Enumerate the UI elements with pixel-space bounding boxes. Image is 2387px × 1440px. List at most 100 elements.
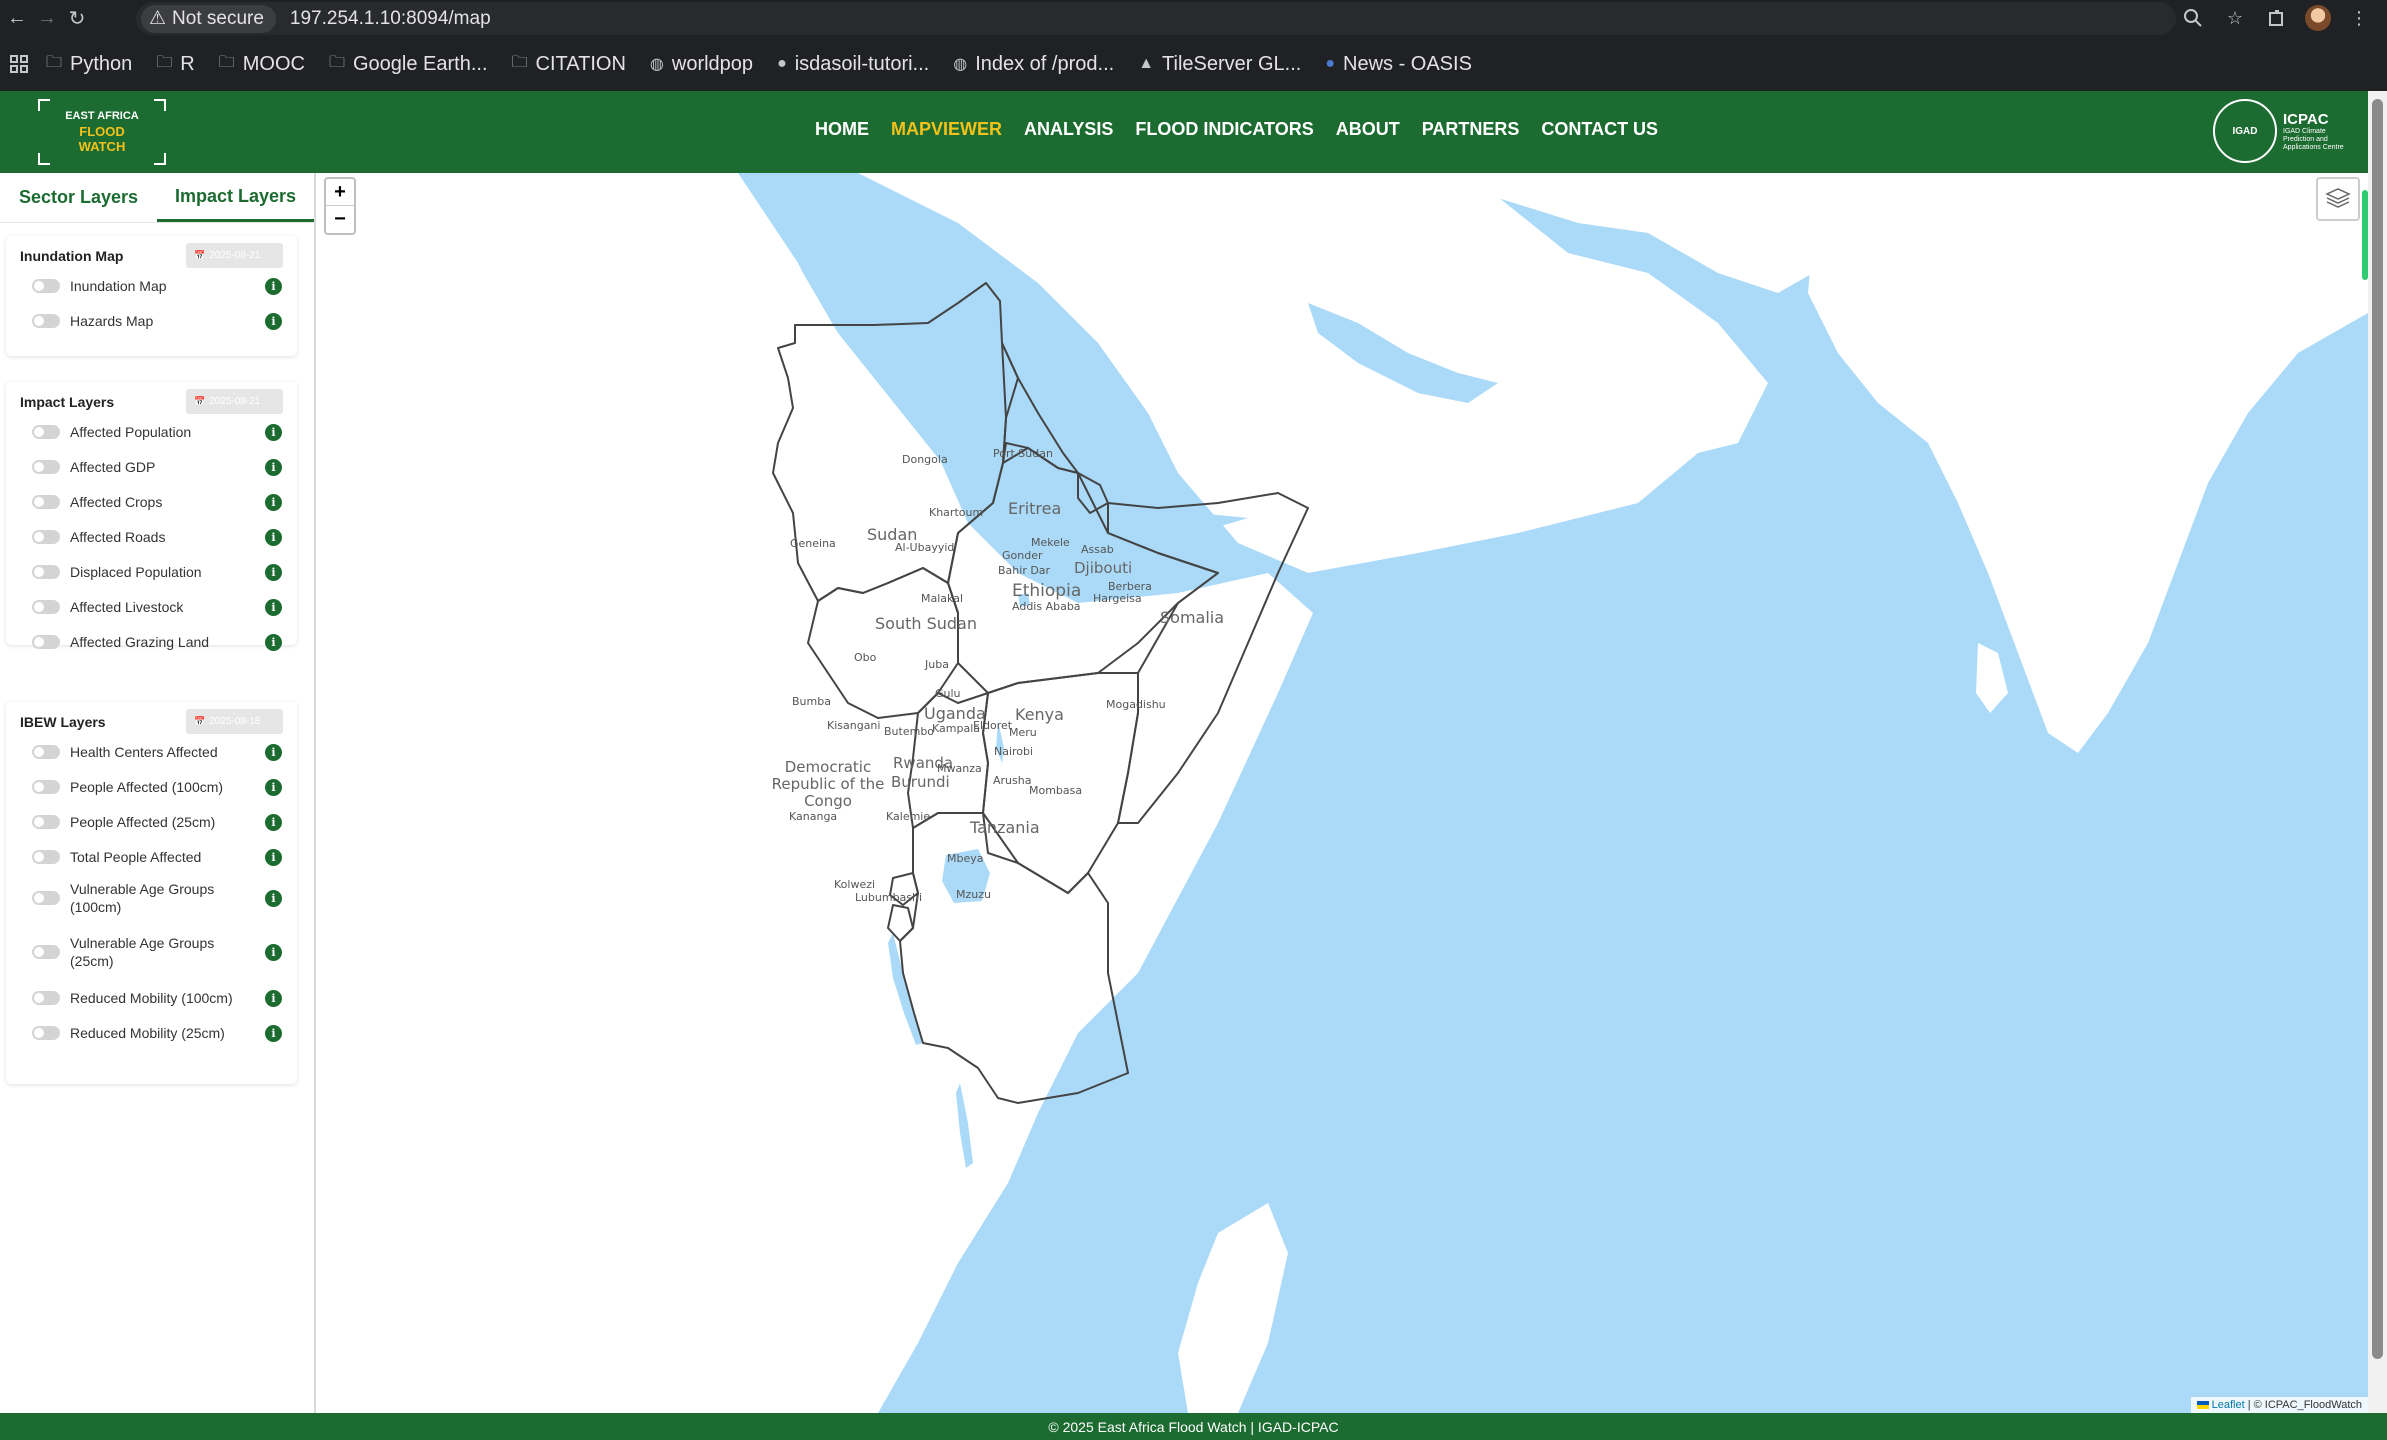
nav-partners[interactable]: PARTNERS: [1422, 119, 1520, 140]
nav-home[interactable]: HOME: [815, 119, 869, 140]
menu-kebab-icon[interactable]: ⋮: [2345, 3, 2373, 33]
map-labels: Sudan Eritrea Djibouti Ethiopia Somalia …: [318, 173, 2368, 1413]
scroll-thumb[interactable]: [2372, 99, 2383, 1359]
layer-toggle[interactable]: [32, 945, 60, 959]
apps-grid-icon[interactable]: [10, 55, 28, 73]
tab-impact-layers[interactable]: Impact Layers: [157, 173, 314, 222]
bookmark-tileserver[interactable]: ▲ TileServer GL...: [1138, 53, 1301, 76]
info-icon[interactable]: i: [265, 312, 282, 330]
layer-toggle[interactable]: [32, 279, 60, 293]
page-scrollbar[interactable]: [2368, 91, 2387, 1413]
city-nairobi: Nairobi: [994, 745, 1034, 758]
info-icon[interactable]: i: [265, 778, 282, 796]
bookmark-mooc[interactable]: 🗀 MOOC: [219, 51, 305, 78]
nav-flood-indicators[interactable]: FLOOD INDICATORS: [1135, 119, 1313, 140]
footer-text: © 2025 East Africa Flood Watch | IGAD-IC…: [1048, 1418, 1339, 1435]
city-kalemie: Kalemie: [886, 810, 931, 823]
map-canvas[interactable]: Sudan Eritrea Djibouti Ethiopia Somalia …: [318, 173, 2368, 1413]
back-icon[interactable]: ←: [2, 4, 32, 34]
bookmark-citation[interactable]: 🗀 CITATION: [512, 51, 626, 78]
info-icon[interactable]: i: [265, 493, 282, 511]
zoom-in-button[interactable]: +: [326, 179, 354, 206]
layer-toggle[interactable]: [32, 991, 60, 1005]
info-icon[interactable]: i: [265, 458, 282, 476]
layer-toggle[interactable]: [32, 565, 60, 579]
info-icon[interactable]: i: [265, 943, 282, 961]
layer-row: Inundation Map i: [32, 277, 282, 295]
layer-toggle[interactable]: [32, 495, 60, 509]
info-icon[interactable]: i: [265, 277, 282, 295]
reload-icon[interactable]: ↻: [62, 4, 92, 34]
layer-toggle[interactable]: [32, 530, 60, 544]
layer-toggle[interactable]: [32, 850, 60, 864]
city-mwanza: Mwanza: [937, 762, 982, 775]
info-icon[interactable]: i: [265, 423, 282, 441]
layer-toggle[interactable]: [32, 425, 60, 439]
layer-toggle[interactable]: [32, 314, 60, 328]
layer-toggle[interactable]: [32, 1026, 60, 1040]
security-chip[interactable]: ⚠ Not secure: [141, 4, 276, 33]
bookmark-r[interactable]: 🗀 R: [156, 51, 194, 78]
folder-icon: 🗀: [156, 53, 173, 71]
flood-watch-logo[interactable]: EAST AFRICA FLOOD WATCH: [38, 99, 166, 165]
layer-toggle[interactable]: [32, 600, 60, 614]
nav-contact-us[interactable]: CONTACT US: [1541, 119, 1658, 140]
bookmark-index[interactable]: ◍ Index of /prod...: [953, 53, 1114, 76]
extensions-icon[interactable]: [2263, 3, 2291, 33]
layers-control-button[interactable]: [2316, 177, 2360, 221]
folder-icon: 🗀: [511, 53, 528, 71]
oasis-icon: ●: [1325, 55, 1335, 72]
layer-toggle[interactable]: [32, 815, 60, 829]
layer-row: Affected Population i: [32, 423, 282, 441]
nav-about[interactable]: ABOUT: [1336, 119, 1400, 140]
layer-toggle[interactable]: [32, 745, 60, 759]
layer-toggle[interactable]: [32, 891, 60, 905]
card-title: IBEW Layers: [20, 714, 106, 730]
map-attribution: Leaflet | © ICPAC_FloodWatch: [2190, 1397, 2368, 1413]
layer-toggle[interactable]: [32, 460, 60, 474]
leaflet-link[interactable]: Leaflet: [2212, 1399, 2245, 1411]
label-eritrea: Eritrea: [1008, 499, 1062, 518]
icpac-logo[interactable]: IGAD ICPAC IGAD Climate Prediction and A…: [2213, 99, 2353, 163]
info-icon[interactable]: i: [265, 528, 282, 546]
date-picker[interactable]: 📅 2025-08-18: [186, 709, 283, 734]
info-icon[interactable]: i: [265, 633, 282, 651]
nav-mapviewer[interactable]: MAPVIEWER: [891, 119, 1002, 140]
igad-badge: IGAD: [2213, 99, 2277, 163]
bookmark-oasis[interactable]: ● News - OASIS: [1325, 53, 1472, 76]
info-icon[interactable]: i: [265, 848, 282, 866]
url-text[interactable]: 197.254.1.10:8094/map: [290, 8, 491, 30]
bookmark-worldpop[interactable]: ◍ worldpop: [650, 53, 753, 76]
date-picker[interactable]: 📅 2025-08-21: [186, 389, 283, 414]
date-picker[interactable]: 📅 2025-08-21: [186, 243, 283, 268]
tab-sector-layers[interactable]: Sector Layers: [0, 173, 157, 222]
info-icon[interactable]: i: [265, 743, 282, 761]
city-al-ubayyid: Al-Ubayyid: [895, 541, 955, 554]
city-mzuzu: Mzuzu: [956, 888, 991, 901]
bookmark-isdasoil[interactable]: ● isdasoil-tutori...: [777, 53, 929, 76]
zoom-out-button[interactable]: −: [326, 206, 354, 233]
city-hargeisa: Hargeisa: [1093, 592, 1142, 605]
address-bar[interactable]: ⚠ Not secure 197.254.1.10:8094/map: [136, 2, 2176, 35]
info-icon[interactable]: i: [265, 989, 282, 1007]
bookmark-google-earth[interactable]: 🗀 Google Earth...: [329, 51, 488, 78]
bookmark-python[interactable]: 🗀 Python: [46, 51, 132, 78]
city-bahir-dar: Bahir Dar: [998, 564, 1051, 577]
layer-toggle[interactable]: [32, 780, 60, 794]
bookmark-star-icon[interactable]: ☆: [2221, 3, 2249, 33]
label-djibouti: Djibouti: [1074, 559, 1133, 577]
zoom-icon[interactable]: [2179, 3, 2207, 33]
info-icon[interactable]: i: [265, 598, 282, 616]
info-icon[interactable]: i: [265, 889, 282, 907]
city-eldoret: Eldoret: [973, 719, 1013, 732]
info-icon[interactable]: i: [265, 813, 282, 831]
profile-avatar[interactable]: [2305, 5, 2331, 31]
nav-analysis[interactable]: ANALYSIS: [1024, 119, 1113, 140]
city-arusha: Arusha: [993, 774, 1032, 787]
layer-toggle[interactable]: [32, 635, 60, 649]
folder-icon: 🗀: [218, 53, 235, 71]
info-icon[interactable]: i: [265, 563, 282, 581]
info-icon[interactable]: i: [265, 1024, 282, 1042]
forward-icon[interactable]: →: [32, 4, 62, 34]
sidebar-tabs: Sector Layers Impact Layers: [0, 173, 314, 223]
